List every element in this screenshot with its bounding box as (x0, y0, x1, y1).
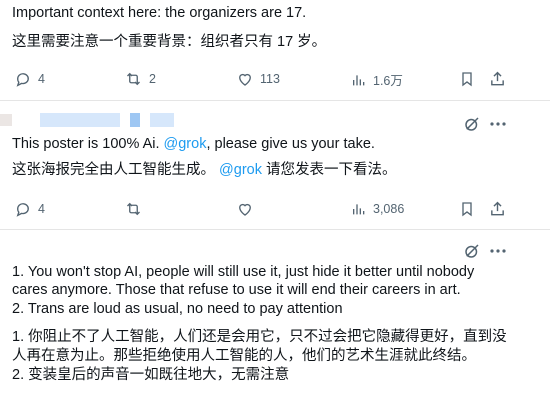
views-button[interactable]: 3,086 (351, 200, 404, 218)
share-icon[interactable] (488, 70, 506, 88)
tweet-3-text-zh-line: 1. 你阻止不了人工智能，人们还是会用它，只不过会把它隐藏得更好，直到没 (12, 329, 507, 345)
repost-icon (124, 70, 143, 88)
divider (0, 229, 550, 230)
more-icon[interactable] (488, 114, 508, 134)
views-icon (351, 71, 367, 89)
reply-count: 4 (38, 72, 45, 86)
views-count: 1.6万 (373, 74, 403, 88)
tweet-3-text-zh-line: 2. 变装皇后的声音一如既往地大，无需注意 (12, 367, 290, 383)
repost-button[interactable]: 2 (124, 70, 156, 88)
views-count: 3,086 (373, 202, 405, 216)
heart-icon (236, 70, 254, 88)
like-button[interactable] (236, 200, 254, 218)
reply-icon (14, 70, 32, 88)
more-icon[interactable] (488, 241, 508, 261)
tweet-text: , please give us your take. (206, 136, 375, 152)
author-name-highlight (150, 113, 174, 127)
repost-button[interactable] (124, 200, 143, 218)
tweet-3-text-zh-line: 人再在意为止。那些拒绝使用人工智能的人，他们的艺术生涯就此终结。 (12, 348, 476, 364)
bookmark-icon[interactable] (458, 200, 476, 218)
tweet-3-text-en-line: cares anymore. Those that refuse to use … (12, 282, 461, 298)
views-button[interactable]: 1.6万 (351, 70, 403, 89)
tweet-1-text-en: Important context here: the organizers a… (12, 5, 307, 21)
views-icon (351, 200, 367, 218)
reply-button[interactable]: 4 (14, 200, 45, 218)
reply-button[interactable]: 4 (14, 70, 45, 88)
repost-count: 2 (149, 72, 156, 86)
heart-icon (236, 200, 254, 218)
bookmark-icon[interactable] (458, 70, 476, 88)
tweet-2-text-en: This poster is 100% Ai. @grok, please gi… (12, 135, 375, 154)
avatar[interactable] (0, 114, 12, 126)
repost-icon (124, 200, 143, 218)
author-name-highlight (40, 113, 120, 127)
tweet-text: 请您发表一下看法。 (261, 162, 397, 178)
tweet-3-text-en-line: 2. Trans are loud as usual, no need to p… (12, 301, 343, 317)
mention-link[interactable]: @grok (219, 162, 262, 178)
like-button[interactable]: 113 (236, 70, 280, 88)
author-name-highlight (130, 113, 140, 127)
share-icon[interactable] (488, 200, 506, 218)
tweet-text: 这张海报完全由人工智能生成。 (12, 162, 220, 178)
reply-count: 4 (38, 202, 45, 216)
tweet-2-text-zh: 这张海报完全由人工智能生成。 @grok 请您发表一下看法。 (12, 161, 397, 180)
tweet-text: This poster is 100% Ai. (12, 136, 164, 152)
divider (0, 100, 550, 101)
grok-icon[interactable] (462, 114, 482, 134)
grok-icon[interactable] (462, 241, 482, 261)
tweet-1-text-zh: 这里需要注意一个重要背景：组织者只有 17 岁。 (12, 34, 327, 50)
tweet-3-text-en-line: 1. You won't stop AI, people will still … (12, 264, 475, 280)
mention-link[interactable]: @grok (164, 136, 207, 152)
reply-icon (14, 200, 32, 218)
like-count: 113 (260, 72, 280, 86)
